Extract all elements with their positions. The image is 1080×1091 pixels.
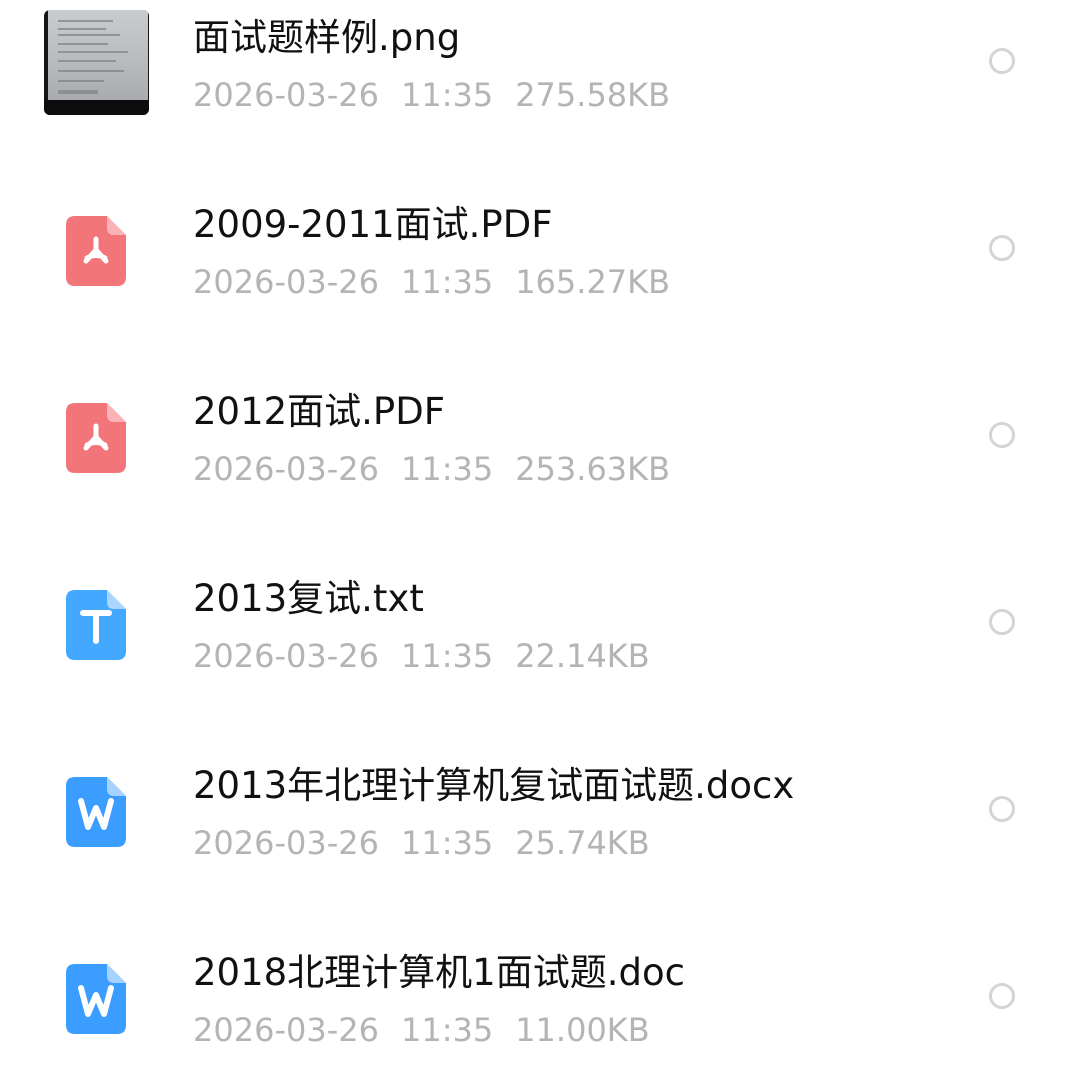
thumbnail-text-line <box>58 80 104 82</box>
file-size: 25.74KB <box>515 824 650 862</box>
thumbnail-text-line <box>58 20 113 22</box>
thumbnail-text-line <box>58 34 120 36</box>
file-time: 11:35 <box>400 76 494 114</box>
file-time: 11:35 <box>400 263 494 301</box>
pdf-file-icon <box>66 216 126 286</box>
text-file-icon <box>66 590 126 660</box>
file-size: 275.58KB <box>515 76 671 114</box>
select-radio[interactable] <box>989 422 1015 448</box>
word-file-icon <box>66 777 126 847</box>
file-name: 2013复试.txt <box>193 577 424 620</box>
file-row-2[interactable]: 2012面试.PDF 2026-03-26 11:35 253.63KB <box>0 343 1080 530</box>
thumbnail-shadow <box>44 100 149 115</box>
file-meta: 2026-03-26 11:35 25.74KB <box>193 821 650 865</box>
file-time: 11:35 <box>400 637 494 675</box>
image-thumbnail <box>44 10 149 115</box>
select-radio[interactable] <box>989 796 1015 822</box>
file-meta: 2026-03-26 11:35 253.63KB <box>193 447 670 491</box>
file-size: 22.14KB <box>515 637 650 675</box>
file-date: 2026-03-26 <box>193 1011 379 1049</box>
file-meta: 2026-03-26 11:35 165.27KB <box>193 260 670 304</box>
thumbnail-paper <box>48 10 148 100</box>
file-row-5[interactable]: 2018北理计算机1面试题.doc 2026-03-26 11:35 11.00KB <box>0 904 1080 1091</box>
file-size: 253.63KB <box>515 450 671 488</box>
word-file-icon <box>66 964 126 1034</box>
file-date: 2026-03-26 <box>193 450 379 488</box>
file-size: 165.27KB <box>515 263 671 301</box>
file-name: 2009-2011面试.PDF <box>193 203 553 246</box>
thumbnail-text-line <box>58 60 116 62</box>
select-radio[interactable] <box>989 235 1015 261</box>
file-row-4[interactable]: 2013年北理计算机复试面试题.docx 2026-03-26 11:35 25.7… <box>0 717 1080 904</box>
file-time: 11:35 <box>400 450 494 488</box>
file-name: 面试题样例.png <box>193 16 461 59</box>
file-meta: 2026-03-26 11:35 275.58KB <box>193 73 670 117</box>
file-name: 2012面试.PDF <box>193 390 446 433</box>
file-name: 2013年北理计算机复试面试题.docx <box>193 764 795 807</box>
file-name: 2018北理计算机1面试题.doc <box>193 951 685 994</box>
thumbnail-text-line <box>58 43 108 45</box>
file-row-3[interactable]: 2013复试.txt 2026-03-26 11:35 22.14KB <box>0 530 1080 717</box>
file-date: 2026-03-26 <box>193 637 379 675</box>
pdf-file-icon <box>66 403 126 473</box>
file-row-1[interactable]: 2009-2011面试.PDF 2026-03-26 11:35 165.27KB <box>0 156 1080 343</box>
file-meta: 2026-03-26 11:35 11.00KB <box>193 1008 650 1052</box>
file-meta: 2026-03-26 11:35 22.14KB <box>193 634 650 678</box>
file-date: 2026-03-26 <box>193 263 379 301</box>
thumbnail-text-line <box>58 28 106 30</box>
file-row-0[interactable]: 面试题样例.png 2026-03-26 11:35 275.58KB <box>0 0 1080 156</box>
file-list: 面试题样例.png 2026-03-26 11:35 275.58KB 2009-2… <box>0 0 1080 1084</box>
file-date: 2026-03-26 <box>193 76 379 114</box>
file-date: 2026-03-26 <box>193 824 379 862</box>
file-time: 11:35 <box>400 824 494 862</box>
select-radio[interactable] <box>989 609 1015 635</box>
select-radio[interactable] <box>989 48 1015 74</box>
thumbnail-text-line <box>58 51 128 53</box>
thumbnail-text-line <box>58 70 124 72</box>
file-time: 11:35 <box>400 1011 494 1049</box>
file-size: 11.00KB <box>515 1011 650 1049</box>
select-radio[interactable] <box>989 983 1015 1009</box>
thumbnail-text-line <box>58 90 98 94</box>
